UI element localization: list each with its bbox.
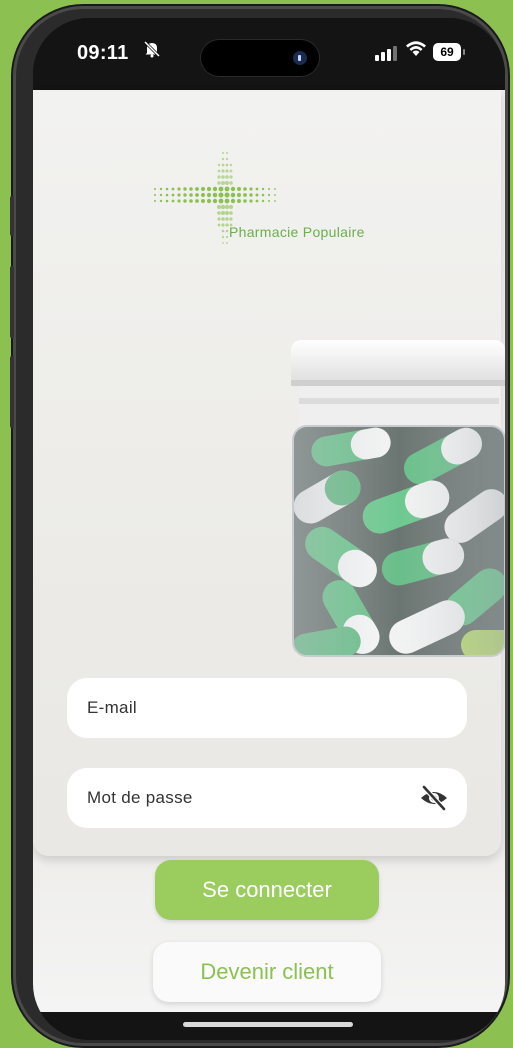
password-field[interactable]: Mot de passe [67,768,467,828]
eye-slash-icon[interactable] [419,784,449,812]
bell-slash-icon [143,40,161,63]
login-button[interactable]: Se connecter [155,860,379,920]
password-placeholder: Mot de passe [87,788,193,807]
home-indicator[interactable] [183,1022,353,1027]
wifi-icon [405,38,427,64]
pharmacy-cross-logo [154,152,276,244]
screen: 09:11 69 Pharmacie Populaire E-mail Mot … [33,18,505,1040]
dynamic-island [201,40,319,76]
status-bar: 09:11 69 [33,18,505,90]
side-button [10,196,14,236]
login-card: Pharmacie Populaire E-mail Mot de passe [33,90,505,856]
volume-down-button [10,356,14,428]
email-field[interactable]: E-mail [67,678,467,738]
status-time: 09:11 [77,42,129,64]
battery-level: 69 [440,45,454,59]
login-screen: Pharmacie Populaire E-mail Mot de passe … [33,90,505,1012]
email-placeholder: E-mail [87,698,137,717]
home-bar-area [33,1012,505,1040]
battery-icon: 69 [433,43,465,61]
camera-indicator-icon [293,51,307,65]
signal-icon [375,46,397,61]
register-button[interactable]: Devenir client [153,942,381,1002]
pill-jar-image [291,340,505,657]
volume-up-button [10,266,14,338]
brand-name: Pharmacie Populaire [229,224,365,240]
phone-frame: 09:11 69 Pharmacie Populaire E-mail Mot … [10,6,508,1046]
